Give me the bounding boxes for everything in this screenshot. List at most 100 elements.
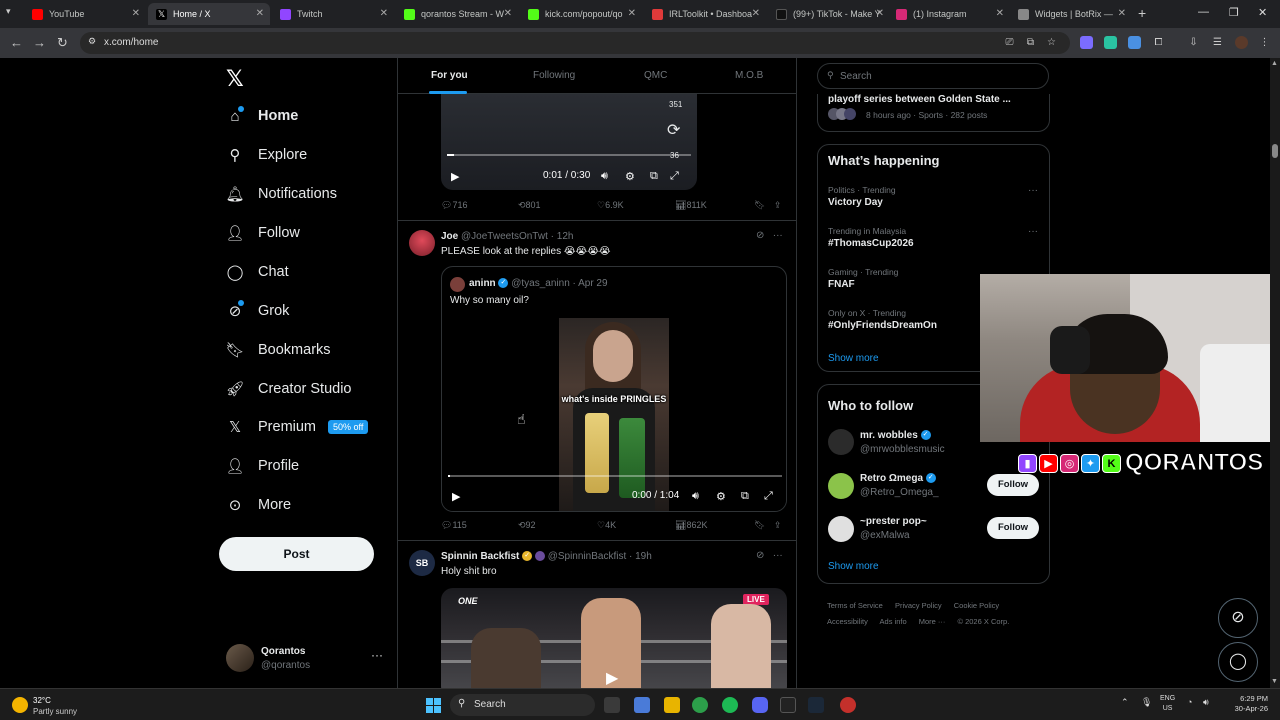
suggestion-name[interactable]: Retro Ωmega ✓ [860, 473, 936, 484]
cast-icon[interactable]: ⎚ [1003, 36, 1016, 49]
post-button[interactable]: Post [219, 537, 374, 571]
new-tab-icon[interactable]: + [1138, 5, 1146, 21]
microphone-icon[interactable]: 🎙︎ [1141, 697, 1152, 708]
tab-youtube[interactable]: YouTube ✕ [24, 3, 146, 25]
views-button[interactable]: 📊︎ 862K [675, 520, 707, 531]
fullscreen-icon[interactable]: ⤢ [764, 490, 773, 503]
page-scrollbar[interactable]: ▲ ▼ [1270, 58, 1280, 688]
discord-icon[interactable] [752, 697, 768, 713]
video-player[interactable]: what's inside PRINGLES ▶ 0:00 / 1:04 🔊︎ … [442, 318, 786, 511]
scroll-up-icon[interactable]: ▲ [1271, 60, 1278, 67]
tab-irltoolkit[interactable]: IRLToolkit • Dashboa ✕ [644, 3, 766, 25]
spotify-icon[interactable] [722, 697, 738, 713]
footer-link[interactable]: More ··· [919, 617, 946, 626]
wifi-icon[interactable]: ◔ [1187, 697, 1192, 707]
share-icon[interactable]: ⇪ [774, 520, 782, 531]
app-icon[interactable] [780, 697, 796, 713]
bookmark-star-icon[interactable]: ☆ [1045, 36, 1058, 49]
bookmark-icon[interactable]: 🔖︎ [754, 520, 765, 531]
footer-link[interactable]: Ads info [880, 617, 907, 626]
nav-more[interactable]: ⊙ More [224, 490, 291, 520]
nav-bookmarks[interactable]: 🔖︎ Bookmarks [224, 335, 330, 365]
show-more-link[interactable]: Show more [828, 561, 879, 572]
avatar[interactable]: SB [409, 550, 435, 576]
extension-icon[interactable] [1128, 36, 1141, 49]
tab-instagram[interactable]: (1) Instagram ✕ [888, 3, 1010, 25]
settings-gear-icon[interactable]: ⚙ [716, 490, 726, 503]
tab-kick-stream[interactable]: qorantos Stream - W ✕ [396, 3, 518, 25]
windows-start-icon[interactable] [426, 698, 441, 713]
more-options-icon[interactable]: ··· [371, 648, 383, 662]
close-icon[interactable]: ✕ [1118, 8, 1126, 19]
like-button[interactable]: ♡ 6.9K [597, 200, 624, 211]
profile-avatar-icon[interactable] [1235, 36, 1248, 49]
steam-icon[interactable] [808, 697, 824, 713]
reply-button[interactable]: 💬︎ 115 [441, 520, 467, 531]
settings-gear-icon[interactable]: ⚙ [625, 170, 635, 183]
tab-search-icon[interactable]: ▾ [6, 6, 11, 17]
close-icon[interactable]: ✕ [256, 8, 264, 19]
extension-icon[interactable] [1104, 36, 1117, 49]
more-options-icon[interactable]: ··· [773, 230, 783, 241]
weather-widget[interactable]: 32°C Partly sunny [12, 694, 122, 718]
tab-twitch[interactable]: Twitch ✕ [272, 3, 394, 25]
account-switcher[interactable]: Qorantos @qorantos ··· [226, 642, 396, 674]
nav-profile[interactable]: 👤︎ Profile [224, 451, 299, 481]
task-view-icon[interactable] [604, 697, 620, 713]
close-icon[interactable]: ✕ [132, 8, 140, 19]
volume-icon[interactable]: 🔊︎ [601, 170, 608, 183]
footer-link[interactable]: Terms of Service [827, 601, 883, 610]
trending-news-card[interactable]: playoff series between Golden State ... … [817, 94, 1050, 132]
x-logo-icon[interactable]: 𝕏 [226, 66, 244, 92]
nav-follow[interactable]: 👤︎ Follow [224, 218, 299, 248]
close-icon[interactable]: ✕ [380, 8, 388, 19]
like-button[interactable]: ♡ 4K [597, 520, 616, 531]
back-icon[interactable]: ← [10, 35, 23, 50]
more-options-icon[interactable]: ··· [1028, 226, 1038, 237]
quoted-tweet[interactable]: aninn ✓ @tyas_aninn · Apr 29 Why so many… [441, 266, 787, 512]
file-explorer-icon[interactable] [664, 697, 680, 713]
download-icon[interactable]: ⇩ [1187, 36, 1200, 49]
avatar[interactable] [409, 230, 435, 256]
share-icon[interactable]: ⇪ [774, 200, 782, 211]
play-icon[interactable]: ▶ [606, 668, 618, 688]
footer-link[interactable]: Privacy Policy [895, 601, 942, 610]
extension-icon[interactable] [1080, 36, 1093, 49]
more-options-icon[interactable]: ··· [773, 550, 783, 561]
scroll-down-icon[interactable]: ▼ [1271, 678, 1278, 685]
play-icon[interactable]: ▶ [452, 490, 460, 503]
browser-menu-icon[interactable]: ⋮ [1258, 36, 1271, 49]
tray-overflow-icon[interactable]: ⌃ [1121, 697, 1129, 708]
tab-kick-popout[interactable]: kick.com/popout/qo ✕ [520, 3, 642, 25]
suggestion-name[interactable]: mr. wobbles ✓ [860, 430, 931, 441]
nav-home[interactable]: ⌂ Home [224, 101, 298, 131]
avatar[interactable] [828, 516, 854, 542]
taskbar-search[interactable]: ⚲ Search [450, 694, 595, 716]
reply-button[interactable]: 💬︎ 716 [441, 200, 467, 211]
tab-x-home[interactable]: 𝕏 Home / X ✕ [148, 3, 270, 25]
close-icon[interactable]: ✕ [504, 8, 512, 19]
forward-icon[interactable]: → [33, 35, 46, 50]
tab-tiktok[interactable]: (99+) TikTok - Make Y ✕ [768, 3, 890, 25]
more-options-icon[interactable]: ··· [1028, 185, 1038, 196]
search-input[interactable]: ⚲ Search [817, 63, 1049, 89]
language-indicator[interactable]: ENG US [1160, 694, 1175, 714]
video-progress-bar[interactable] [448, 475, 782, 477]
reload-icon[interactable]: ↻ [57, 35, 68, 51]
maximize-icon[interactable]: ❐ [1229, 6, 1239, 19]
system-clock[interactable]: 6:29 PM 30-Apr-26 [1226, 694, 1268, 714]
repost-button[interactable]: ⟲ 92 [518, 520, 536, 531]
views-button[interactable]: 📊︎ 811K [675, 200, 707, 211]
minimize-icon[interactable]: — [1198, 6, 1209, 18]
footer-link[interactable]: Accessibility [827, 617, 868, 626]
grok-icon[interactable]: ⊘ [756, 550, 764, 561]
play-icon[interactable]: ▶ [451, 170, 459, 183]
tab-mob[interactable]: M.O.B [735, 70, 763, 81]
video-player[interactable]: 351 ⟳ 36 ▶ 0:01 / 0:30 🔊︎ ⚙ ⧉ ⤢ [441, 94, 697, 190]
live-video-player[interactable]: ONE LIVE ▶ [441, 588, 787, 688]
repost-button[interactable]: ⟲ 801 [518, 200, 541, 211]
extensions-puzzle-icon[interactable]: ⧠ [1152, 36, 1165, 49]
tab-qmc[interactable]: QMC [644, 70, 667, 81]
close-icon[interactable]: ✕ [876, 8, 884, 19]
nav-explore[interactable]: ⚲ Explore [224, 140, 308, 170]
